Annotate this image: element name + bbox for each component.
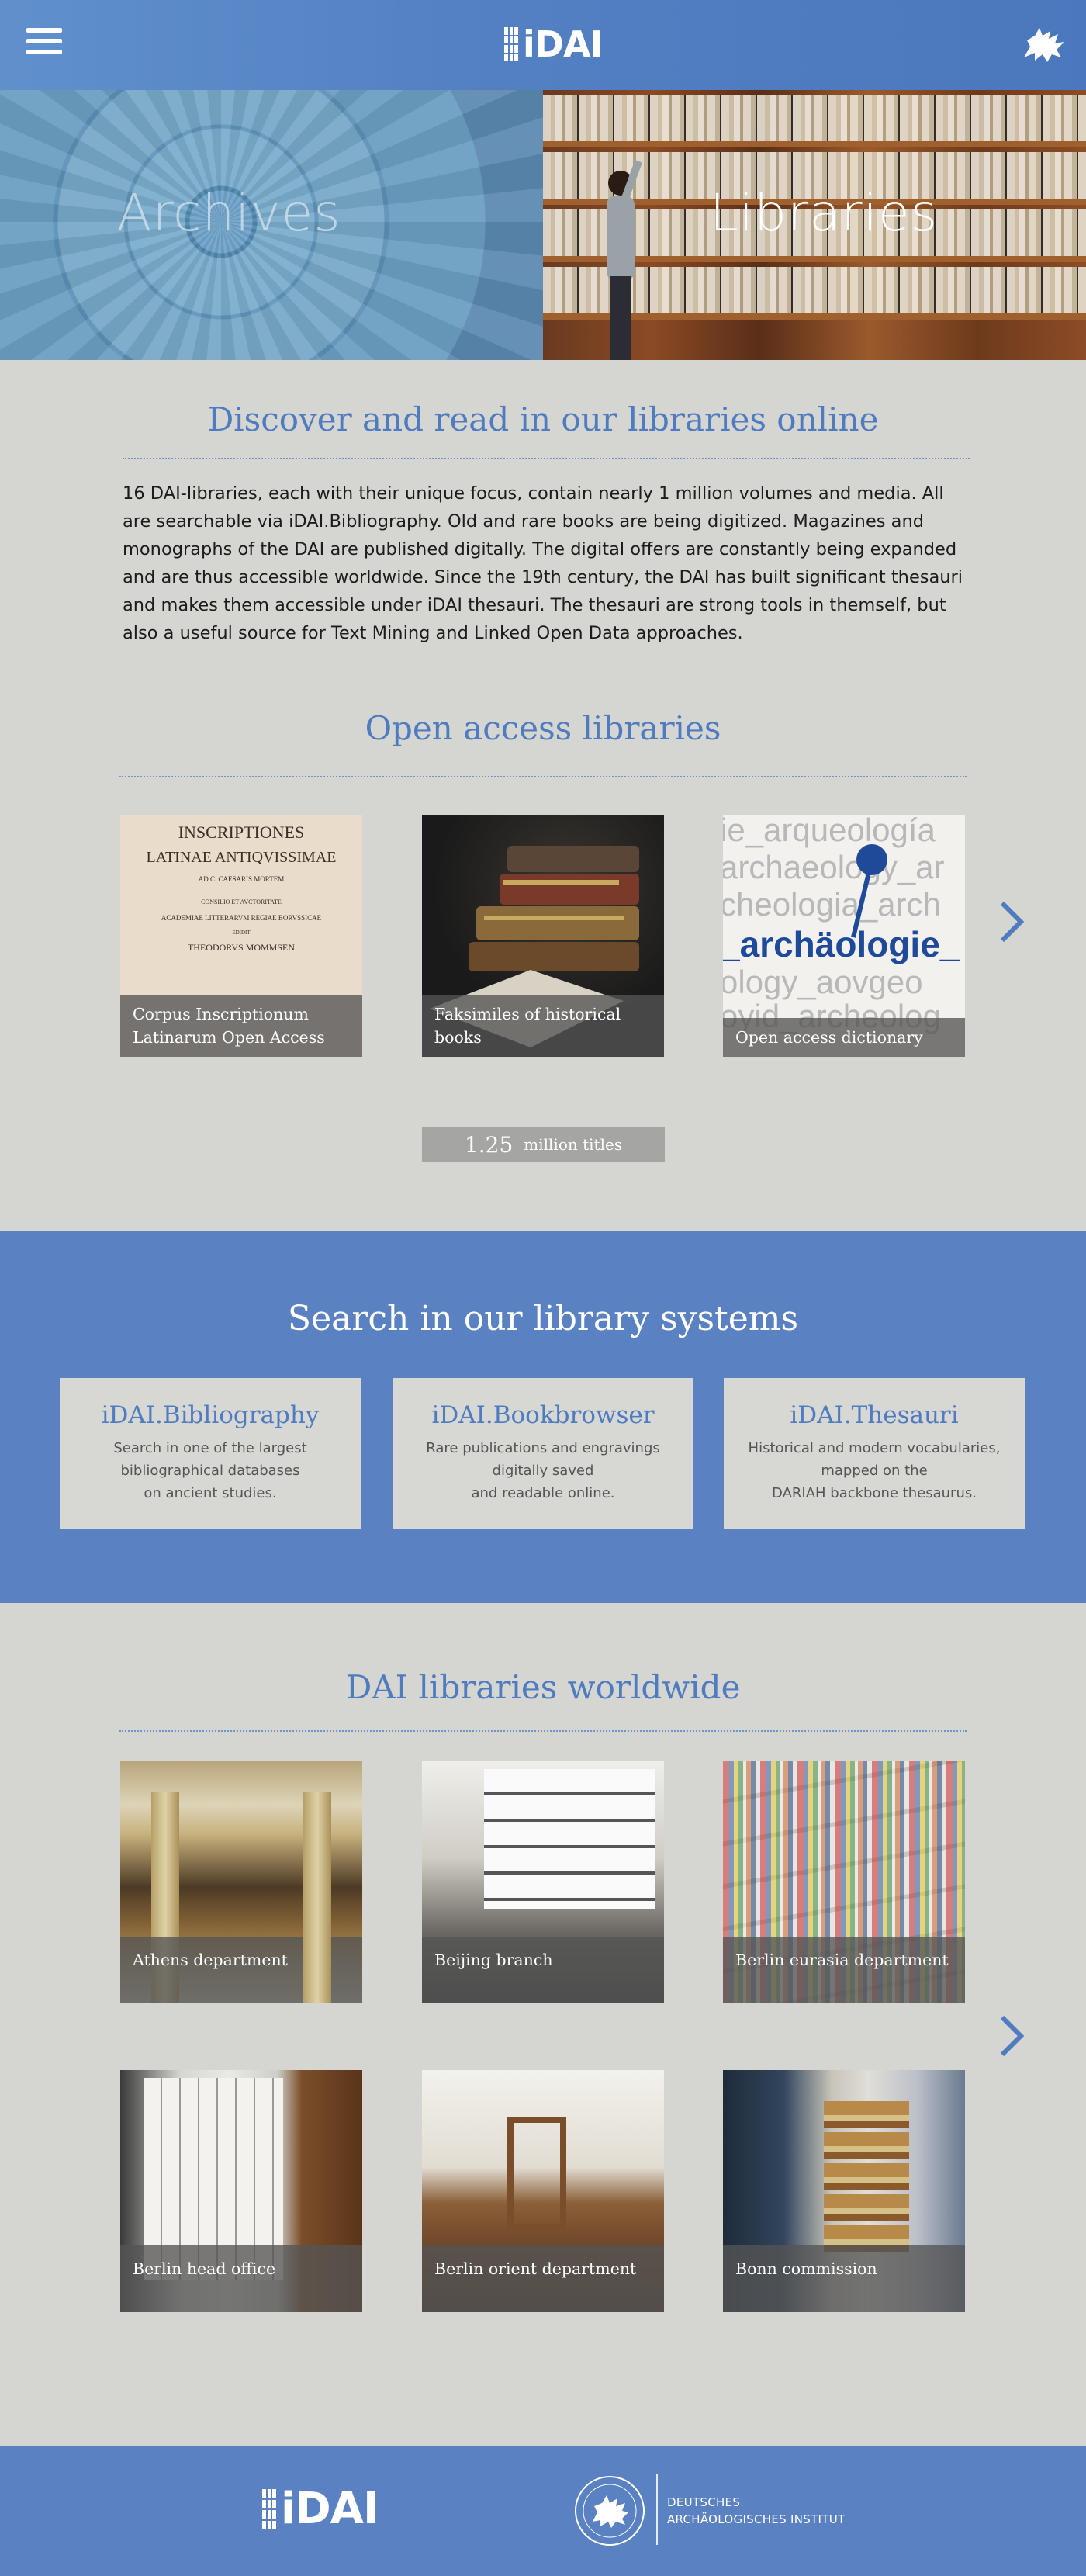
archives-tile[interactable]: Archives bbox=[0, 90, 543, 360]
seal-icon bbox=[575, 2476, 645, 2546]
card-caption: Open access dictionary bbox=[723, 1018, 965, 1057]
library-berlin-eurasia[interactable]: Berlin eurasia department bbox=[723, 1761, 965, 2003]
libraries-tile[interactable]: Libraries bbox=[543, 90, 1086, 360]
archives-label: Archives bbox=[116, 183, 341, 243]
library-caption: Beijing branch bbox=[422, 1937, 664, 2003]
logo-text: iDAI bbox=[523, 23, 604, 65]
card-faksimiles[interactable]: Faksimiles of historical books bbox=[422, 815, 664, 1057]
worldwide-title: DAI libraries worldwide bbox=[345, 1668, 741, 1706]
library-berlin-head-office[interactable]: Berlin head office bbox=[120, 2070, 362, 2312]
logo-grid-icon bbox=[504, 27, 518, 61]
book-title-line: EDIDIT bbox=[232, 930, 251, 936]
institute-line2: ARCHÄOLOGISCHES INSTITUT bbox=[667, 2512, 846, 2526]
library-caption: Bonn commission bbox=[723, 2245, 965, 2312]
footer: iDAI DEUTSCHES ARCHÄOLOGISCHES INSTITUT bbox=[0, 2446, 1086, 2576]
bookshelf-row bbox=[543, 95, 1086, 141]
book-title-line: LATINAE ANTIQVISSIMAE bbox=[146, 849, 337, 866]
chevron-right-icon[interactable] bbox=[996, 898, 1027, 945]
library-caption: Berlin eurasia department bbox=[723, 1937, 965, 2003]
counter-label: million titles bbox=[524, 1135, 623, 1154]
system-thesauri[interactable]: iDAI.Thesauri Historical and modern voca… bbox=[724, 1378, 1025, 1529]
titles-counter: 1.25 million titles bbox=[422, 1127, 665, 1162]
book-title-line: ACADEMIAE LITTERARVM REGIAE BORVSSICAE bbox=[161, 914, 322, 922]
footer-divider bbox=[656, 2474, 658, 2545]
intro-text: 16 DAI-libraries, each with their unique… bbox=[123, 483, 963, 643]
institute-line1: DEUTSCHES bbox=[667, 2495, 741, 2509]
card-caption: Faksimiles of historical books bbox=[422, 995, 664, 1057]
institute-name[interactable]: DEUTSCHES ARCHÄOLOGISCHES INSTITUT bbox=[667, 2494, 845, 2528]
system-description: Search in one of the largest bibliograph… bbox=[113, 1440, 307, 1501]
divider bbox=[119, 776, 967, 777]
book-title-line: THEODORVS MOMMSEN bbox=[187, 942, 296, 953]
library-bonn[interactable]: Bonn commission bbox=[723, 2070, 965, 2312]
intro-title: Discover and read in our libraries onlin… bbox=[207, 400, 879, 438]
chevron-right-icon[interactable] bbox=[996, 2013, 1027, 2059]
card-open-access-dictionary[interactable]: ie_arqueología archaeology_ar cheologia_… bbox=[723, 815, 965, 1057]
footer-logo-text: iDAI bbox=[281, 2484, 379, 2534]
system-bibliography[interactable]: iDAI.Bibliography Search in one of the l… bbox=[60, 1378, 361, 1529]
logo-grid-icon bbox=[262, 2489, 276, 2529]
system-name: iDAI.Thesauri bbox=[790, 1401, 959, 1429]
library-beijing[interactable]: Beijing branch bbox=[422, 1761, 664, 2003]
book-title-line: INSCRIPTIONES bbox=[178, 822, 305, 842]
library-systems-section: Search in our library systems iDAI.Bibli… bbox=[0, 1231, 1086, 1603]
library-caption: Athens department bbox=[120, 1937, 362, 2003]
counter-number: 1.25 bbox=[464, 1131, 514, 1158]
shelf bbox=[543, 141, 1086, 147]
book-title-line: AD C. CAESARIS MORTEM bbox=[198, 875, 285, 883]
open-access-title: Open access libraries bbox=[365, 709, 721, 747]
system-name: iDAI.Bibliography bbox=[101, 1401, 320, 1429]
library-caption: Berlin orient department bbox=[422, 2245, 664, 2312]
library-caption: Berlin head office bbox=[120, 2245, 362, 2312]
system-description: Rare publications and engravings digital… bbox=[426, 1440, 660, 1501]
card-caption: Corpus Inscriptionum Latinarum Open Acce… bbox=[120, 995, 362, 1057]
system-bookbrowser[interactable]: iDAI.Bookbrowser Rare publications and e… bbox=[393, 1378, 693, 1529]
systems-title: Search in our library systems bbox=[287, 1299, 799, 1338]
divider bbox=[123, 458, 970, 459]
library-athens[interactable]: Athens department bbox=[120, 1761, 362, 2003]
system-description: Historical and modern vocabularies, mapp… bbox=[748, 1440, 1001, 1501]
top-navigation-bar: iDAI bbox=[0, 0, 1086, 90]
card-corpus-inscriptionum[interactable]: INSCRIPTIONES LATINAE ANTIQVISSIMAE AD C… bbox=[120, 815, 362, 1057]
footer-idai-logo[interactable]: iDAI bbox=[262, 2488, 379, 2531]
menu-icon[interactable] bbox=[26, 28, 62, 59]
book-title-line: CONSILIO ET AVCTORITATE bbox=[201, 898, 282, 905]
idai-logo[interactable]: iDAI bbox=[504, 23, 604, 65]
griffin-icon[interactable] bbox=[1019, 23, 1067, 67]
system-name: iDAI.Bookbrowser bbox=[431, 1401, 655, 1429]
library-berlin-orient[interactable]: Berlin orient department bbox=[422, 2070, 664, 2312]
hero-banner: Archives Libraries bbox=[0, 90, 1086, 360]
libraries-label: Libraries bbox=[709, 183, 939, 243]
divider bbox=[119, 1730, 967, 1732]
